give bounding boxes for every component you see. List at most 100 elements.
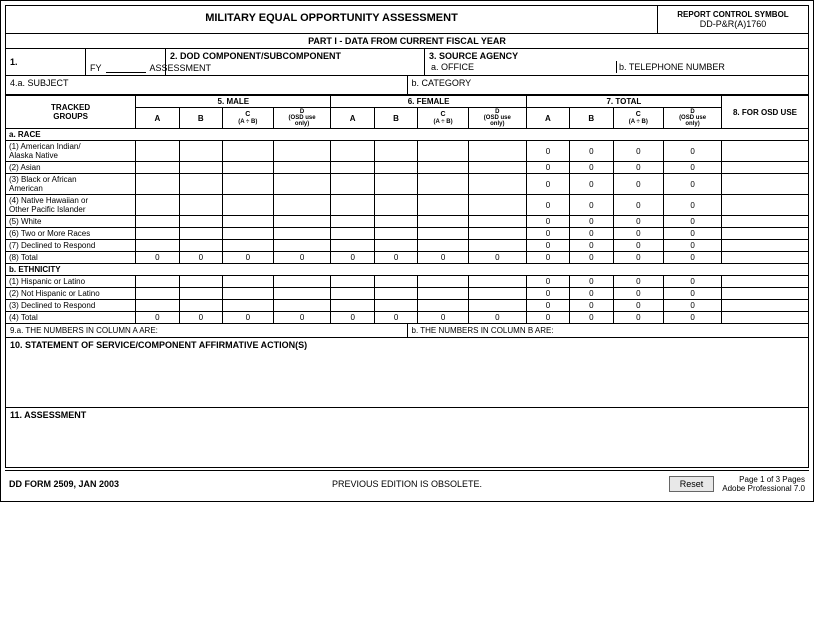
total-a-header: A: [526, 108, 569, 129]
row-label-race-7: (8) Total: [6, 252, 136, 264]
fy-label: FY: [90, 63, 102, 73]
osd-race-6: [722, 240, 809, 252]
male-3-ethnicity-1: [273, 288, 331, 300]
female-2-race-7: 0: [418, 252, 469, 264]
osd-ethnicity-0: [722, 276, 809, 288]
female-3-race-1: [468, 162, 526, 174]
field4a-cell: 4.a. SUBJECT: [6, 76, 408, 94]
total-0-race-2: 0: [526, 174, 569, 195]
osd-ethnicity-2: [722, 300, 809, 312]
field4a-label: 4.a. SUBJECT: [10, 78, 69, 88]
male-2-race-1: [222, 162, 273, 174]
row-label-ethnicity-2: (3) Declined to Respond: [6, 300, 136, 312]
female-2-race-1: [418, 162, 469, 174]
row-label-race-3: (4) Native Hawaiian orOther Pacific Isla…: [6, 195, 136, 216]
total-3-race-5: 0: [664, 228, 722, 240]
female-3-race-3: [468, 195, 526, 216]
male-0-race-3: [136, 195, 179, 216]
female-1-ethnicity-1: [374, 288, 417, 300]
part1-header: PART I - DATA FROM CURRENT FISCAL YEAR: [5, 34, 809, 49]
row-label-ethnicity-3: (4) Total: [6, 312, 136, 324]
male-2-race-0: [222, 141, 273, 162]
female-1-ethnicity-2: [374, 300, 417, 312]
total-0-race-6: 0: [526, 240, 569, 252]
male-3-race-7: 0: [273, 252, 331, 264]
row-ethnicity-1: (2) Not Hispanic or Latino0000: [6, 288, 809, 300]
male-0-race-2: [136, 174, 179, 195]
male-2-race-3: [222, 195, 273, 216]
female-2-ethnicity-3: 0: [418, 312, 469, 324]
field1-cell: 1.: [6, 49, 86, 75]
section-race-label: a. RACE: [6, 129, 809, 141]
field3-cell: 3. SOURCE AGENCY a. OFFICE b. TELEPHONE …: [425, 49, 808, 75]
row-label-race-5: (6) Two or More Races: [6, 228, 136, 240]
male-3-race-4: [273, 216, 331, 228]
female-2-race-6: [418, 240, 469, 252]
female-3-race-5: [468, 228, 526, 240]
male-2-race-6: [222, 240, 273, 252]
reset-button[interactable]: Reset: [669, 476, 715, 492]
footer: DD FORM 2509, JAN 2003 PREVIOUS EDITION …: [5, 470, 809, 497]
female-3-ethnicity-2: [468, 300, 526, 312]
female-0-race-5: [331, 228, 374, 240]
row-race-3: (4) Native Hawaiian orOther Pacific Isla…: [6, 195, 809, 216]
male-c-header: C(A ÷ B): [222, 108, 273, 129]
male-1-ethnicity-3: 0: [179, 312, 222, 324]
fy-value[interactable]: [106, 72, 146, 73]
female-0-ethnicity-3: 0: [331, 312, 374, 324]
male-3-race-6: [273, 240, 331, 252]
female-3-race-0: [468, 141, 526, 162]
male-3-race-0: [273, 141, 331, 162]
male-1-ethnicity-1: [179, 288, 222, 300]
total-1-ethnicity-2: 0: [570, 300, 613, 312]
female-3-race-4: [468, 216, 526, 228]
female-1-race-7: 0: [374, 252, 417, 264]
male-3-race-3: [273, 195, 331, 216]
male-header: 5. MALE: [136, 96, 331, 108]
total-3-ethnicity-2: 0: [664, 300, 722, 312]
male-1-race-6: [179, 240, 222, 252]
female-2-ethnicity-2: [418, 300, 469, 312]
total-3-race-1: 0: [664, 162, 722, 174]
total-2-ethnicity-3: 0: [613, 312, 664, 324]
female-2-race-0: [418, 141, 469, 162]
female-2-ethnicity-0: [418, 276, 469, 288]
male-3-ethnicity-3: 0: [273, 312, 331, 324]
female-1-race-1: [374, 162, 417, 174]
male-a-header: A: [136, 108, 179, 129]
total-1-race-0: 0: [570, 141, 613, 162]
male-0-ethnicity-2: [136, 300, 179, 312]
female-3-ethnicity-1: [468, 288, 526, 300]
female-0-race-3: [331, 195, 374, 216]
male-2-ethnicity-0: [222, 276, 273, 288]
total-3-race-2: 0: [664, 174, 722, 195]
tracked-groups-header: TRACKEDGROUPS: [6, 96, 136, 129]
row-race-1: (2) Asian0000: [6, 162, 809, 174]
row-label-race-6: (7) Declined to Respond: [6, 240, 136, 252]
total-2-ethnicity-0: 0: [613, 276, 664, 288]
field2-cell: 2. DOD COMPONENT/SUBCOMPONENT: [166, 49, 425, 75]
col-group-headers: TRACKEDGROUPS 5. MALE 6. FEMALE 7. TOTAL…: [6, 96, 809, 108]
notes-b: b. THE NUMBERS IN COLUMN B ARE:: [408, 324, 809, 337]
total-1-race-3: 0: [570, 195, 613, 216]
total-3-ethnicity-3: 0: [664, 312, 722, 324]
female-0-race-4: [331, 216, 374, 228]
total-0-ethnicity-3: 0: [526, 312, 569, 324]
total-1-race-7: 0: [570, 252, 613, 264]
main-table: TRACKEDGROUPS 5. MALE 6. FEMALE 7. TOTAL…: [5, 95, 809, 324]
row-label-ethnicity-1: (2) Not Hispanic or Latino: [6, 288, 136, 300]
male-1-ethnicity-0: [179, 276, 222, 288]
male-3-race-5: [273, 228, 331, 240]
title-text: MILITARY EQUAL OPPORTUNITY ASSESSMENT: [205, 12, 458, 24]
total-3-race-7: 0: [664, 252, 722, 264]
total-2-race-4: 0: [613, 216, 664, 228]
total-2-race-7: 0: [613, 252, 664, 264]
total-c-header: C(A ÷ B): [613, 108, 664, 129]
field3b-label: b. TELEPHONE NUMBER: [619, 62, 725, 72]
notes-a: 9.a. THE NUMBERS IN COLUMN A ARE:: [6, 324, 408, 337]
notes-a-label: 9.a. THE NUMBERS IN COLUMN A ARE:: [10, 326, 158, 335]
field3b-cell: b. TELEPHONE NUMBER: [617, 61, 804, 73]
total-3-race-6: 0: [664, 240, 722, 252]
female-2-race-4: [418, 216, 469, 228]
statement-label: 10. STATEMENT OF SERVICE/COMPONENT AFFIR…: [10, 340, 804, 350]
